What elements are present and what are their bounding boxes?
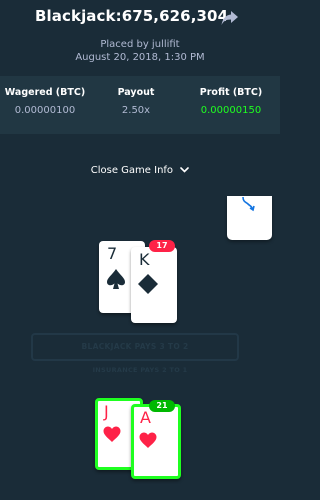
share-arrow-icon[interactable] [220,9,240,27]
payout-stat: Payout 2.50x [90,87,182,116]
profit-stat: Profit (BTC) 0.00000150 [182,87,280,116]
profit-value: 0.00000150 [200,105,262,116]
bet-timestamp: August 20, 2018, 1:30 PM [75,52,205,63]
card-rank: A [140,408,151,427]
dealer-card: K [131,247,177,323]
blackjack-pays-text: BLACKJACK PAYS 3 TO 2 [31,333,239,361]
wagered-stat: Wagered (BTC) 0.00000100 [0,87,90,116]
title-row: Blackjack:675,626,304 [0,7,280,29]
spade-icon [107,269,125,289]
dealer-total-badge: 17 [149,240,175,252]
player-total-badge: 21 [149,400,175,412]
payout-value: 2.50x [121,105,151,116]
heart-icon [103,426,121,442]
card-rank: 7 [107,244,118,263]
bet-title: Blackjack:675,626,304 [35,7,229,25]
chevron-down-icon [180,167,190,173]
card-rank: K [139,250,150,269]
placed-by-text: Placed by jullifit [100,39,180,50]
payout-label: Payout [117,87,155,98]
heart-icon [139,432,157,448]
close-game-info-label: Close Game Info [90,165,174,176]
wagered-label: Wagered (BTC) [4,87,86,98]
club-icon [138,274,158,294]
close-game-info-button[interactable]: Close Game Info [0,165,280,176]
bet-details-page: Blackjack:675,626,304 Placed by jullifit… [0,0,280,500]
card-rank: J [104,402,109,421]
card-deck-icon [242,196,255,212]
wagered-value: 0.00000100 [14,105,76,116]
player-card: A [131,404,181,479]
card-deck [227,196,272,240]
profit-label: Profit (BTC) [199,87,263,98]
bet-stats-panel: Wagered (BTC) 0.00000100 Payout 2.50x Pr… [0,76,280,134]
insurance-pays-text: INSURANCE PAYS 2 TO 1 [92,366,188,374]
